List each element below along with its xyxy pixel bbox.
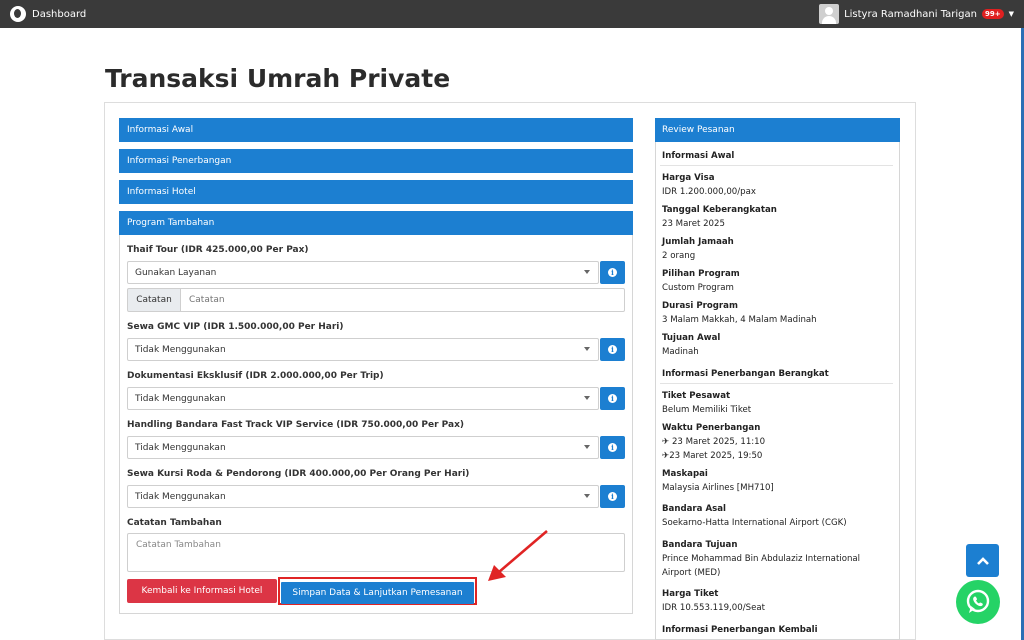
save-button-highlight: Simpan Data & Lanjutkan Pemesanan [278, 577, 477, 605]
catatan-tambahan-label: Catatan Tambahan [127, 518, 222, 528]
review-jamaah-value: 2 orang [662, 251, 696, 261]
review-durasi-value: 3 Malam Makkah, 4 Malam Madinah [662, 315, 817, 325]
kursi-roda-value: Tidak Menggunakan [135, 491, 226, 502]
review-maskapai-label: Maskapai [662, 469, 708, 479]
review-tujuan-value: Madinah [662, 347, 699, 357]
kursi-roda-label: Sewa Kursi Roda & Pendorong (IDR 400.000… [127, 469, 470, 479]
info-icon: i [608, 492, 617, 501]
dashboard-label: Dashboard [32, 8, 87, 20]
review-durasi-label: Durasi Program [662, 301, 738, 311]
review-tanggal-label: Tanggal Keberangkatan [662, 205, 777, 215]
thaif-tour-label: Thaif Tour (IDR 425.000,00 Per Pax) [127, 245, 309, 255]
scroll-top-button[interactable] [966, 544, 999, 577]
review-harga-visa-label: Harga Visa [662, 173, 715, 183]
accordion-informasi-hotel[interactable]: Informasi Hotel [119, 180, 633, 204]
handling-label: Handling Bandara Fast Track VIP Service … [127, 420, 464, 430]
gmc-info-button[interactable]: i [600, 338, 625, 361]
review-tiket-value: Belum Memiliki Tiket [662, 405, 752, 415]
review-harga-tiket-label: Harga Tiket [662, 589, 719, 599]
review-bandara-asal-label: Bandara Asal [662, 504, 726, 514]
catatan-input-group: Catatan [127, 288, 625, 312]
review-section-informasi-awal: Informasi Awal [662, 151, 735, 161]
review-harga-visa-value: IDR 1.200.000,00/pax [662, 187, 756, 197]
review-program-value: Custom Program [662, 283, 734, 293]
page-title: Transaksi Umrah Private [105, 64, 451, 93]
plane-takeoff-icon: ✈ [662, 437, 672, 447]
review-jamaah-label: Jumlah Jamaah [662, 237, 734, 247]
info-icon: i [608, 268, 617, 277]
dokumentasi-select[interactable]: Tidak Menggunakan [127, 387, 599, 410]
review-bandara-tujuan-value-line2: Airport (MED) [662, 568, 721, 578]
dropdown-arrow-icon [584, 270, 590, 274]
catatan-addon: Catatan [127, 288, 181, 312]
back-to-hotel-button[interactable]: Kembali ke Informasi Hotel [127, 579, 277, 603]
user-menu[interactable]: Listyra Ramadhani Tarigan 99+ ▼ [819, 4, 1014, 24]
dropdown-arrow-icon [584, 494, 590, 498]
save-continue-button[interactable]: Simpan Data & Lanjutkan Pemesanan [281, 582, 474, 604]
review-waktu-departure: ✈ 23 Maret 2025, 11:10 [662, 437, 766, 447]
chevron-up-icon [976, 556, 989, 565]
catatan-input[interactable] [181, 288, 625, 312]
thaif-tour-value: Gunakan Layanan [135, 267, 217, 278]
review-waktu-label: Waktu Penerbangan [662, 423, 761, 433]
handling-value: Tidak Menggunakan [135, 442, 226, 453]
info-icon: i [608, 345, 617, 354]
gmc-label: Sewa GMC VIP (IDR 1.500.000,00 Per Hari) [127, 322, 344, 332]
dropdown-arrow-icon [584, 445, 590, 449]
whatsapp-icon [966, 589, 990, 613]
handling-select[interactable]: Tidak Menggunakan [127, 436, 599, 459]
review-waktu-arrival: ✈23 Maret 2025, 19:50 [662, 451, 763, 461]
review-tiket-label: Tiket Pesawat [662, 391, 731, 401]
gmc-select[interactable]: Tidak Menggunakan [127, 338, 599, 361]
annotation-arrow-icon [488, 530, 548, 581]
thaif-tour-select[interactable]: Gunakan Layanan [127, 261, 599, 284]
dropdown-arrow-icon [584, 347, 590, 351]
dokumentasi-value: Tidak Menggunakan [135, 393, 226, 404]
divider [660, 383, 893, 384]
top-navbar: Dashboard Listyra Ramadhani Tarigan 99+ … [0, 0, 1024, 28]
user-name: Listyra Ramadhani Tarigan [844, 8, 977, 20]
review-harga-tiket-value: IDR 10.553.119,00/Seat [662, 603, 765, 613]
review-maskapai-value: Malaysia Airlines [MH710] [662, 483, 774, 493]
notification-badge: 99+ [982, 9, 1004, 19]
accordion-informasi-penerbangan[interactable]: Informasi Penerbangan [119, 149, 633, 173]
caret-down-icon: ▼ [1008, 10, 1014, 18]
dokumentasi-label: Dokumentasi Eksklusif (IDR 2.000.000,00 … [127, 371, 384, 381]
globe-icon [10, 6, 26, 22]
kursi-roda-select[interactable]: Tidak Menggunakan [127, 485, 599, 508]
accordion-informasi-awal[interactable]: Informasi Awal [119, 118, 633, 142]
review-tujuan-label: Tujuan Awal [662, 333, 721, 343]
review-tanggal-value: 23 Maret 2025 [662, 219, 725, 229]
whatsapp-button[interactable] [956, 580, 1000, 624]
info-icon: i [608, 394, 617, 403]
avatar [819, 4, 840, 24]
handling-info-button[interactable]: i [600, 436, 625, 459]
gmc-value: Tidak Menggunakan [135, 344, 226, 355]
review-pesanan-header: Review Pesanan [655, 118, 900, 142]
divider [660, 165, 893, 166]
accordion-program-tambahan[interactable]: Program Tambahan [119, 211, 633, 235]
review-section-penerbangan-berangkat: Informasi Penerbangan Berangkat [662, 369, 829, 379]
review-bandara-tujuan-label: Bandara Tujuan [662, 540, 738, 550]
review-bandara-tujuan-value-line1: Prince Mohammad Bin Abdulaziz Internatio… [662, 554, 861, 564]
review-program-label: Pilihan Program [662, 269, 740, 279]
thaif-tour-info-button[interactable]: i [600, 261, 625, 284]
kursi-roda-info-button[interactable]: i [600, 485, 625, 508]
dropdown-arrow-icon [584, 396, 590, 400]
dashboard-link[interactable]: Dashboard [10, 6, 86, 22]
dokumentasi-info-button[interactable]: i [600, 387, 625, 410]
info-icon: i [608, 443, 617, 452]
review-section-penerbangan-kembali: Informasi Penerbangan Kembali [662, 625, 818, 635]
review-bandara-asal-value: Soekarno-Hatta International Airport (CG… [662, 518, 847, 528]
